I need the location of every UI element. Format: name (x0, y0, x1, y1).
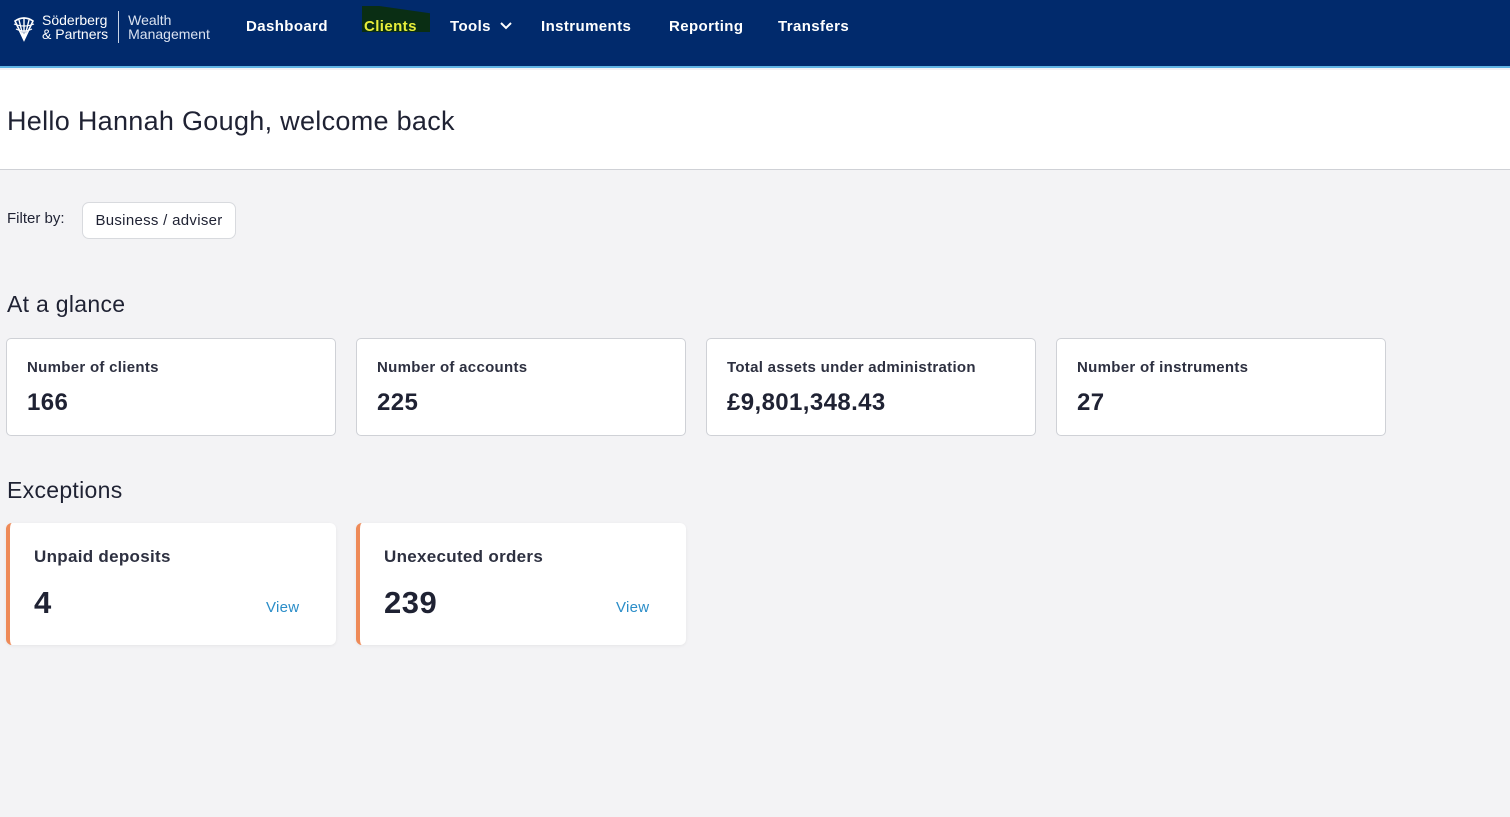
view-unexecuted-orders-link[interactable]: View (616, 599, 649, 616)
stat-card-accounts: Number of accounts 225 (356, 338, 686, 436)
chevron-down-icon (500, 22, 512, 30)
filter-label: Filter by: (7, 210, 65, 227)
shell-logo-icon (13, 17, 35, 42)
greeting-banner: Hello Hannah Gough, welcome back (0, 70, 1510, 170)
exception-label: Unpaid deposits (34, 547, 171, 566)
nav-instruments[interactable]: Instruments (541, 16, 631, 36)
brand-name: Söderberg & Partners (42, 13, 108, 41)
exception-value: 4 (34, 585, 52, 620)
brand-name-line1: Söderberg (42, 12, 108, 28)
nav-transfers[interactable]: Transfers (778, 16, 849, 36)
stat-label: Number of accounts (377, 359, 528, 376)
stat-value: 27 (1077, 389, 1105, 416)
welcome-heading: Hello Hannah Gough, welcome back (7, 106, 455, 136)
exception-value: 239 (384, 585, 438, 620)
top-navigation-bar: Söderberg & Partners Wealth Management D… (0, 0, 1510, 68)
stat-value: £9,801,348.43 (727, 389, 886, 416)
exception-card-unexecuted-orders: Unexecuted orders 239 View (356, 523, 686, 645)
at-a-glance-heading: At a glance (7, 291, 126, 317)
nav-tools[interactable]: Tools (450, 16, 512, 36)
logo-divider (118, 11, 120, 43)
brand-subtitle: Wealth Management (128, 13, 210, 41)
stat-label: Number of clients (27, 359, 159, 376)
brand-logo[interactable]: Söderberg & Partners Wealth Management (12, 10, 210, 44)
nav-reporting[interactable]: Reporting (669, 16, 743, 36)
nav-dashboard[interactable]: Dashboard (246, 16, 328, 36)
stat-card-instruments: Number of instruments 27 (1056, 338, 1386, 436)
view-unpaid-deposits-link[interactable]: View (266, 599, 299, 616)
stat-value: 166 (27, 389, 69, 416)
nav-tools-label: Tools (450, 17, 491, 35)
stat-label: Number of instruments (1077, 359, 1249, 376)
exception-card-unpaid-deposits: Unpaid deposits 4 View (6, 523, 336, 645)
nav-clients[interactable]: Clients (364, 16, 417, 36)
brand-subtitle-line1: Wealth (128, 12, 172, 28)
stat-value: 225 (377, 389, 419, 416)
exceptions-heading: Exceptions (7, 477, 123, 503)
brand-name-line2: & Partners (42, 26, 109, 42)
stat-card-clients: Number of clients 166 (6, 338, 336, 436)
brand-subtitle-line2: Management (128, 26, 210, 42)
stat-label: Total assets under administration (727, 359, 976, 376)
stat-card-assets: Total assets under administration £9,801… (706, 338, 1036, 436)
filter-business-adviser-button[interactable]: Business / adviser (82, 202, 236, 239)
exception-label: Unexecuted orders (384, 547, 544, 566)
